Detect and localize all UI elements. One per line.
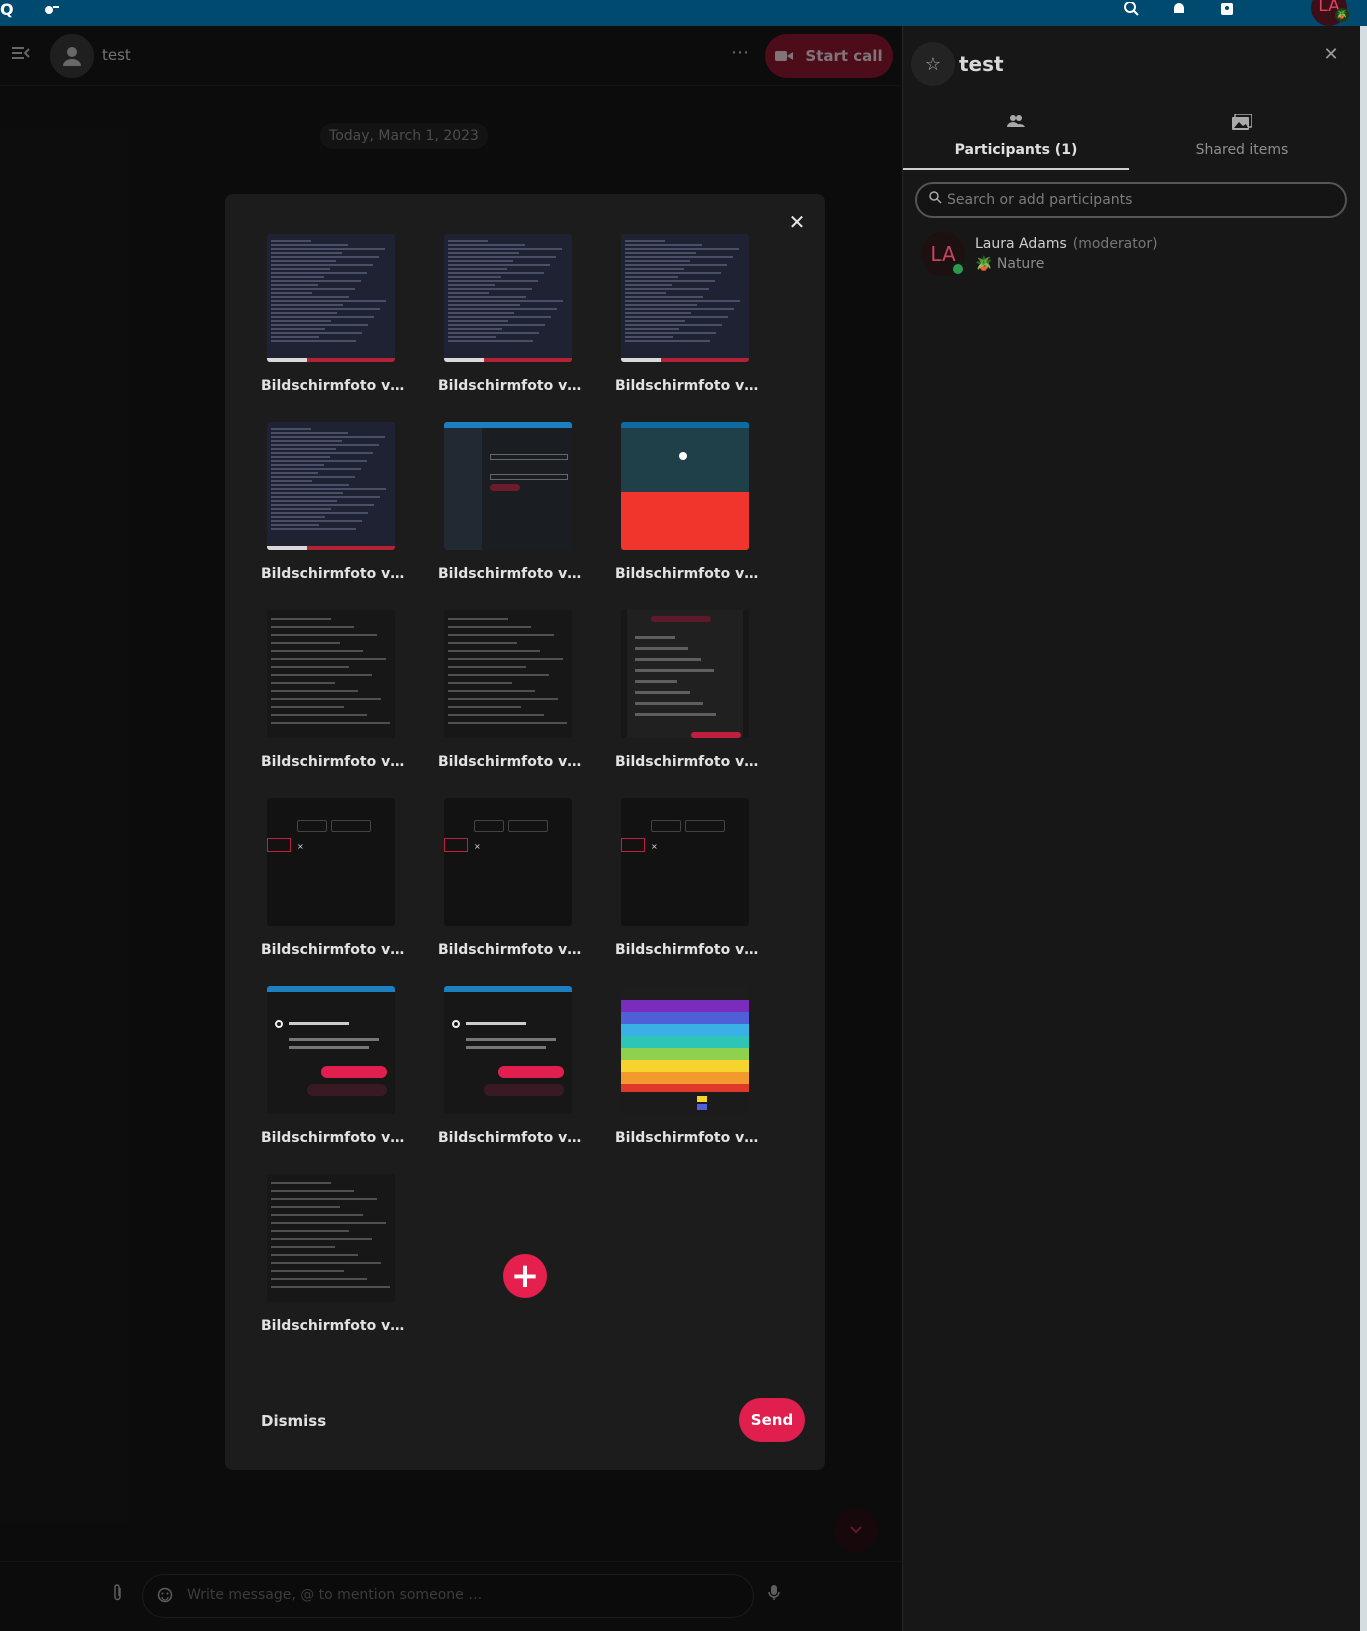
file-preview-item[interactable]: Bildschirmfoto v…	[615, 986, 759, 1156]
modal-backdrop[interactable]: ✕ Bildschirmfoto v… Bildschirmfoto v… Bild…	[0, 26, 902, 1631]
upload-dialog: ✕ Bildschirmfoto v… Bildschirmfoto v… Bild…	[225, 194, 825, 1470]
file-name: Bildschirmfoto v…	[438, 754, 582, 770]
file-name: Bildschirmfoto v…	[615, 378, 759, 394]
file-thumbnail	[444, 610, 572, 738]
tab-participants-label: Participants (1)	[954, 142, 1078, 158]
right-sidebar: ☆ test ✕ Participants (1) Shared items S…	[902, 26, 1367, 1631]
file-preview-item[interactable]: Bildschirmfoto v…	[438, 234, 582, 404]
file-thumbnail	[267, 422, 395, 550]
close-dialog-icon[interactable]: ✕	[785, 210, 809, 234]
file-name: Bildschirmfoto v…	[615, 566, 759, 582]
participant-item[interactable]: LA Laura Adams (moderator) 🪴 Nature	[915, 230, 1355, 280]
tab-shared-items[interactable]: Shared items	[1129, 113, 1355, 170]
search-participants-input[interactable]: Search or add participants	[915, 182, 1347, 218]
file-preview-item[interactable]: Bildschirmfoto v…	[438, 422, 582, 592]
participant-status-row: 🪴 Nature	[975, 256, 1044, 272]
file-name: Bildschirmfoto v…	[438, 378, 582, 394]
file-preview-item[interactable]: Bildschirmfoto v…	[438, 610, 582, 780]
file-thumbnail	[621, 422, 749, 550]
file-thumbnail: ×	[267, 798, 395, 926]
window-edge	[1360, 26, 1367, 1631]
file-thumbnail	[444, 986, 572, 1114]
search-icon	[929, 191, 943, 205]
participant-status: Nature	[996, 256, 1045, 272]
participant-name-row: Laura Adams (moderator)	[975, 236, 1158, 252]
file-preview-item[interactable]: Bildschirmfoto v…	[438, 986, 582, 1156]
file-preview-item[interactable]: × Bildschirmfoto v…	[615, 798, 759, 968]
file-thumbnail	[267, 234, 395, 362]
dismiss-button[interactable]: Dismiss	[261, 1412, 326, 1430]
status-emoji: 🪴	[975, 256, 993, 272]
search-participants-placeholder: Search or add participants	[947, 192, 1133, 208]
file-name: Bildschirmfoto v…	[615, 754, 759, 770]
gallery-icon	[1232, 113, 1253, 132]
send-button[interactable]: Send	[739, 1398, 805, 1442]
contacts-icon[interactable]	[1216, 0, 1238, 20]
favorite-star-icon[interactable]: ☆	[911, 42, 955, 86]
file-preview-item[interactable]: Bildschirmfoto v…	[615, 610, 759, 780]
app-logo[interactable]: Q	[0, 0, 14, 20]
file-preview-item[interactable]: Bildschirmfoto v…	[261, 422, 405, 592]
file-preview-item[interactable]: Bildschirmfoto v…	[261, 610, 405, 780]
file-name: Bildschirmfoto v…	[615, 942, 759, 958]
participant-role: (moderator)	[1072, 236, 1158, 252]
file-thumbnail: ×	[444, 798, 572, 926]
sidebar-title[interactable]: test	[959, 52, 1004, 76]
file-name: Bildschirmfoto v…	[261, 1318, 405, 1334]
file-name: Bildschirmfoto v…	[615, 1130, 759, 1146]
file-thumbnail	[267, 1174, 395, 1302]
people-icon	[1006, 114, 1026, 132]
top-bar: Q LA 🪴	[0, 0, 1367, 26]
file-thumbnail	[621, 234, 749, 362]
file-preview-item[interactable]: Bildschirmfoto v…	[615, 234, 759, 404]
file-thumbnail	[267, 986, 395, 1114]
file-thumbnail	[621, 986, 749, 1114]
online-status-indicator	[951, 262, 965, 276]
tab-participants[interactable]: Participants (1)	[903, 114, 1129, 170]
file-name: Bildschirmfoto v…	[261, 378, 405, 394]
file-thumbnail: ×	[621, 798, 749, 926]
close-sidebar-icon[interactable]: ✕	[1319, 44, 1343, 68]
talk-app-icon[interactable]	[40, 0, 62, 20]
bell-icon[interactable]	[1168, 0, 1190, 20]
add-file-button[interactable]: +	[503, 1254, 547, 1298]
file-name: Bildschirmfoto v…	[438, 942, 582, 958]
search-icon[interactable]	[1120, 0, 1142, 20]
file-preview-item[interactable]: Bildschirmfoto v…	[615, 422, 759, 592]
participant-name: Laura Adams	[975, 236, 1067, 252]
file-name: Bildschirmfoto v…	[261, 566, 405, 582]
file-preview-item[interactable]: Bildschirmfoto v…	[261, 986, 405, 1156]
app: Q LA 🪴 test ⋯ Start call Today, March 1,…	[0, 0, 1367, 1631]
file-preview-item[interactable]: × Bildschirmfoto v…	[261, 798, 405, 968]
file-thumbnail	[267, 610, 395, 738]
file-name: Bildschirmfoto v…	[438, 566, 582, 582]
tab-shared-items-label: Shared items	[1195, 142, 1289, 158]
file-thumbnail	[444, 422, 572, 550]
file-preview-item[interactable]: × Bildschirmfoto v…	[438, 798, 582, 968]
file-name: Bildschirmfoto v…	[438, 1130, 582, 1146]
file-name: Bildschirmfoto v…	[261, 1130, 405, 1146]
file-name: Bildschirmfoto v…	[261, 754, 405, 770]
file-preview-item[interactable]: Bildschirmfoto v…	[261, 1174, 405, 1344]
file-thumbnail	[444, 234, 572, 362]
file-name: Bildschirmfoto v…	[261, 942, 405, 958]
file-preview-item[interactable]: Bildschirmfoto v…	[261, 234, 405, 404]
file-thumbnail	[621, 610, 749, 738]
user-status-icon: 🪴	[1335, 8, 1349, 22]
